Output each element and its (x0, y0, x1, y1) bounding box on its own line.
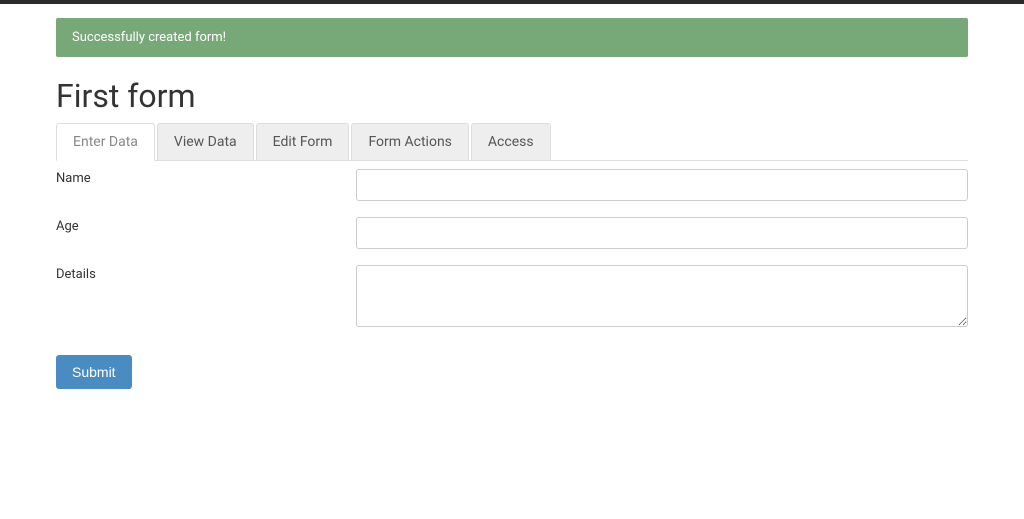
age-label: Age (56, 217, 356, 234)
submit-button[interactable]: Submit (56, 355, 132, 389)
page-title: First form (56, 77, 968, 115)
tab-label: View Data (174, 134, 237, 150)
tab-label: Access (488, 134, 534, 150)
alert-message: Successfully created form! (72, 30, 226, 45)
name-label: Name (56, 169, 356, 186)
tab-label: Edit Form (273, 134, 333, 150)
tab-edit-form[interactable]: Edit Form (256, 123, 350, 160)
details-label: Details (56, 265, 356, 282)
name-input-wrap (356, 169, 968, 201)
top-bar (0, 0, 1024, 4)
age-input[interactable] (356, 217, 968, 249)
form-row-age: Age (56, 217, 968, 249)
details-textarea[interactable] (356, 265, 968, 327)
tab-form-actions[interactable]: Form Actions (351, 123, 468, 160)
form-row-name: Name (56, 169, 968, 201)
tabs-nav: Enter Data View Data Edit Form Form Acti… (56, 123, 968, 161)
name-input[interactable] (356, 169, 968, 201)
tab-enter-data[interactable]: Enter Data (56, 123, 155, 161)
tab-view-data[interactable]: View Data (157, 123, 254, 160)
tab-label: Enter Data (73, 134, 138, 150)
tab-label: Form Actions (368, 134, 451, 150)
form-row-details: Details (56, 265, 968, 331)
details-input-wrap (356, 265, 968, 331)
main-container: Successfully created form! First form En… (56, 18, 968, 389)
form-section: Name Age Details Submit (56, 169, 968, 389)
age-input-wrap (356, 217, 968, 249)
tab-access[interactable]: Access (471, 123, 551, 160)
success-alert: Successfully created form! (56, 18, 968, 57)
